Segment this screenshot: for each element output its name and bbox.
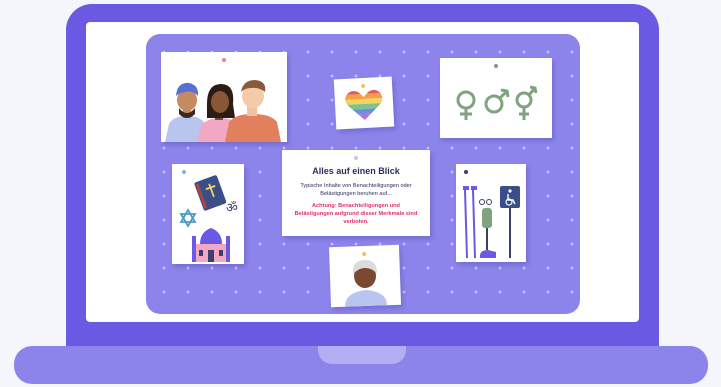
info-card-warning: Achtung: Benachteiligungen und Belästigu… bbox=[294, 203, 418, 225]
info-card-title: Alles auf einen Blick bbox=[312, 166, 400, 176]
pin-icon bbox=[222, 58, 226, 62]
laptop-lid: ॐ Alles auf einen Blick Typische Inhalte… bbox=[66, 4, 659, 356]
laptop-screen: ॐ Alles auf einen Blick Typische Inhalte… bbox=[86, 22, 639, 322]
disability-card bbox=[456, 164, 526, 262]
laptop-notch bbox=[318, 346, 406, 364]
people-of-different-ethnicities-icon bbox=[165, 80, 281, 142]
gender-symbols-icon bbox=[456, 85, 538, 120]
disability-aids-icon bbox=[463, 186, 520, 259]
age-card bbox=[328, 244, 402, 308]
religion-card: ॐ bbox=[172, 164, 244, 264]
pin-icon bbox=[494, 64, 498, 68]
pin-icon bbox=[354, 156, 358, 160]
pin-icon bbox=[182, 170, 186, 174]
gender-card bbox=[440, 58, 552, 138]
info-card-intro: Typische Inhalte von Benachteiligungen o… bbox=[300, 183, 412, 197]
sexual-identity-card bbox=[333, 76, 395, 130]
pin-board: ॐ Alles auf einen Blick Typische Inhalte… bbox=[146, 34, 580, 314]
ethnicity-card bbox=[161, 52, 287, 142]
info-card: Alles auf einen Blick Typische Inhalte v… bbox=[282, 150, 430, 236]
svg-text:ॐ: ॐ bbox=[226, 201, 238, 216]
pin-icon bbox=[464, 170, 468, 174]
religious-symbols-icon: ॐ bbox=[179, 175, 238, 262]
